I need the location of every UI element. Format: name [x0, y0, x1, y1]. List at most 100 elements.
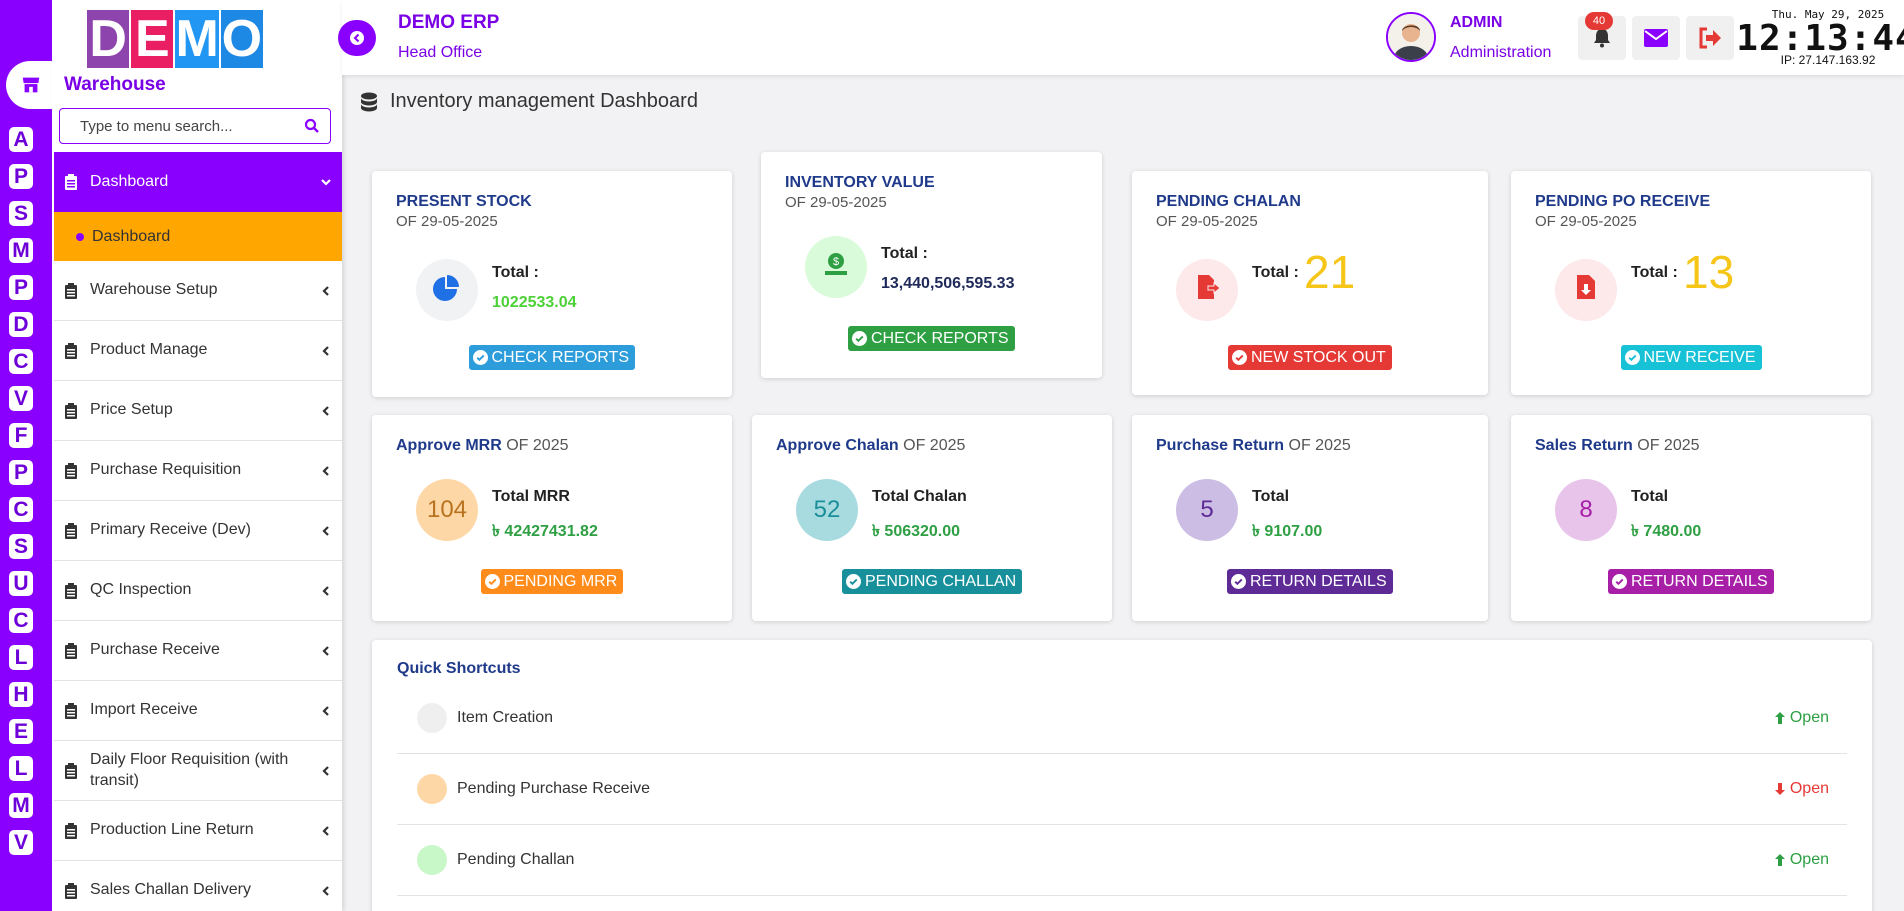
sidebar-item-label: Product Manage: [90, 341, 208, 359]
quick-shortcuts-panel: Quick Shortcuts Item Creation Open Pending…: [372, 640, 1872, 911]
sidebar-subitem-dashboard[interactable]: Dashboard: [54, 212, 342, 261]
clipboard-icon: [65, 402, 77, 419]
summary-card: PRESENT STOCK OF 29-05-2025 Total : 1022533…: [372, 171, 732, 397]
sidebar-item-label: Import Receive: [90, 701, 198, 719]
module-letter-button[interactable]: S: [9, 201, 33, 226]
module-letter-button[interactable]: L: [9, 645, 33, 670]
menu-search-input[interactable]: [80, 117, 304, 135]
company-name: DEMO ERP: [398, 12, 500, 33]
sidebar-item[interactable]: Sales Challan Delivery: [54, 861, 342, 911]
menu-search: [59, 108, 331, 144]
open-link[interactable]: Open: [1774, 851, 1829, 869]
card-total-value: 1022533.04: [492, 294, 577, 311]
card-title: Sales Return OF 2025: [1535, 437, 1700, 455]
card-count-circle: 52: [796, 479, 858, 541]
chevron-left-icon: [322, 345, 329, 356]
check-circle-icon: [484, 574, 500, 589]
open-link[interactable]: Open: [1774, 780, 1829, 798]
avatar[interactable]: [1386, 12, 1436, 62]
card-action-button[interactable]: NEW RECEIVE: [1620, 345, 1762, 370]
chevron-left-icon: [322, 585, 329, 596]
page-title-text: Inventory management Dashboard: [390, 90, 698, 112]
card-action-button[interactable]: CHECK REPORTS: [848, 326, 1015, 351]
top-header: DEMO ERP Head Office ADMIN Administratio…: [338, 0, 1904, 75]
card-action-button[interactable]: RETURN DETAILS: [1608, 569, 1774, 594]
store-icon: [22, 77, 40, 93]
module-letter-button[interactable]: C: [9, 608, 33, 633]
card-action-button[interactable]: PENDING MRR: [480, 569, 624, 594]
module-letter-button[interactable]: V: [9, 386, 33, 411]
module-letter-button[interactable]: C: [9, 497, 33, 522]
user-name[interactable]: ADMIN: [1450, 14, 1502, 32]
sidebar-item[interactable]: Product Manage: [54, 321, 342, 381]
sidebar-item[interactable]: Purchase Requisition: [54, 441, 342, 501]
clipboard-icon: [65, 462, 77, 479]
messages-button[interactable]: [1632, 16, 1680, 60]
collapse-sidebar-button[interactable]: [338, 20, 376, 56]
module-letter-button[interactable]: P: [9, 460, 33, 485]
sidebar-item[interactable]: Import Receive: [54, 681, 342, 741]
card-action-label: CHECK REPORTS: [491, 348, 630, 366]
summary-card: INVENTORY VALUE OF 29-05-2025 $ Total : 13,4…: [761, 152, 1102, 378]
sidebar-item-dashboard[interactable]: Dashboard: [54, 152, 342, 212]
arrow-up-icon: [1774, 854, 1785, 866]
sidebar-item[interactable]: Production Line Return: [54, 801, 342, 861]
sidebar-item[interactable]: Warehouse Setup: [54, 261, 342, 321]
sidebar-item-label: Purchase Receive: [90, 641, 220, 659]
sidebar-item-label: Sales Challan Delivery: [90, 881, 251, 899]
module-letter-button[interactable]: F: [9, 423, 33, 448]
module-letter-button[interactable]: S: [9, 534, 33, 559]
module-letter-button[interactable]: M: [9, 793, 33, 818]
file-export-icon: [1193, 273, 1221, 308]
file-download-icon: [1574, 273, 1598, 308]
logo-letter: D: [87, 10, 130, 68]
user-avatar-icon: [1388, 14, 1434, 60]
logout-button[interactable]: [1686, 16, 1734, 60]
card-icon-circle: $: [805, 236, 867, 298]
clipboard-icon: [65, 642, 77, 659]
menu-list: Dashboard Dashboard Warehouse Setup Produ…: [54, 152, 342, 911]
card-title-text: Purchase Return: [1156, 437, 1285, 454]
shortcut-label: Pending Challan: [457, 851, 575, 868]
module-letter-button[interactable]: H: [9, 682, 33, 707]
module-letter-button[interactable]: D: [9, 312, 33, 337]
card-total-value: ৳ 9107.00: [1252, 523, 1323, 540]
card-action-button[interactable]: PENDING CHALLAN: [842, 569, 1023, 594]
open-link-label: Open: [1789, 780, 1829, 797]
summary-card: PENDING CHALAN OF 29-05-2025 Total : 21 NEW …: [1132, 171, 1488, 395]
sidebar-item[interactable]: Price Setup: [54, 381, 342, 441]
check-circle-icon: [1231, 574, 1246, 589]
sidebar-item[interactable]: Daily Floor Requisition (with transit): [54, 741, 342, 801]
module-letter-button[interactable]: E: [9, 719, 33, 744]
module-letter-button[interactable]: C: [9, 349, 33, 374]
card-date: OF 29-05-2025: [1535, 213, 1637, 230]
module-letter-button[interactable]: P: [9, 275, 33, 300]
card-action-button[interactable]: NEW STOCK OUT: [1228, 345, 1392, 370]
sidebar-item[interactable]: QC Inspection: [54, 561, 342, 621]
module-letter-button[interactable]: P: [9, 164, 33, 189]
sidebar-item[interactable]: Purchase Receive: [54, 621, 342, 681]
card-action-button[interactable]: CHECK REPORTS: [468, 345, 636, 370]
card-total-label: Total :: [492, 264, 539, 281]
shortcut-row: Item Creation Open: [397, 683, 1847, 754]
card-total-value: 13,440,506,595.33: [881, 275, 1015, 292]
module-letter-button[interactable]: U: [9, 571, 33, 596]
check-circle-icon: [1612, 574, 1627, 589]
search-icon[interactable]: [304, 118, 320, 134]
module-letter-button[interactable]: V: [9, 830, 33, 855]
module-letter-button[interactable]: M: [9, 238, 33, 263]
module-letter-button[interactable]: A: [9, 127, 33, 152]
chevron-left-icon: [322, 285, 329, 296]
sidebar-subitem-label: Dashboard: [92, 227, 171, 245]
card-title-text: Approve Chalan: [776, 437, 899, 454]
approval-card: Purchase Return OF 2025 5 Total ৳ 9107.00 RE…: [1132, 415, 1488, 621]
sidebar-item[interactable]: Primary Receive (Dev): [54, 501, 342, 561]
card-count-circle: 104: [416, 479, 478, 541]
card-title: PENDING CHALAN: [1156, 193, 1301, 210]
check-circle-icon: [472, 350, 488, 365]
card-title-suffix: OF 2025: [1637, 437, 1700, 454]
module-letter-button[interactable]: L: [9, 756, 33, 781]
open-link[interactable]: Open: [1774, 709, 1829, 727]
chevron-left-icon: [322, 645, 329, 656]
card-action-button[interactable]: RETURN DETAILS: [1227, 569, 1393, 594]
